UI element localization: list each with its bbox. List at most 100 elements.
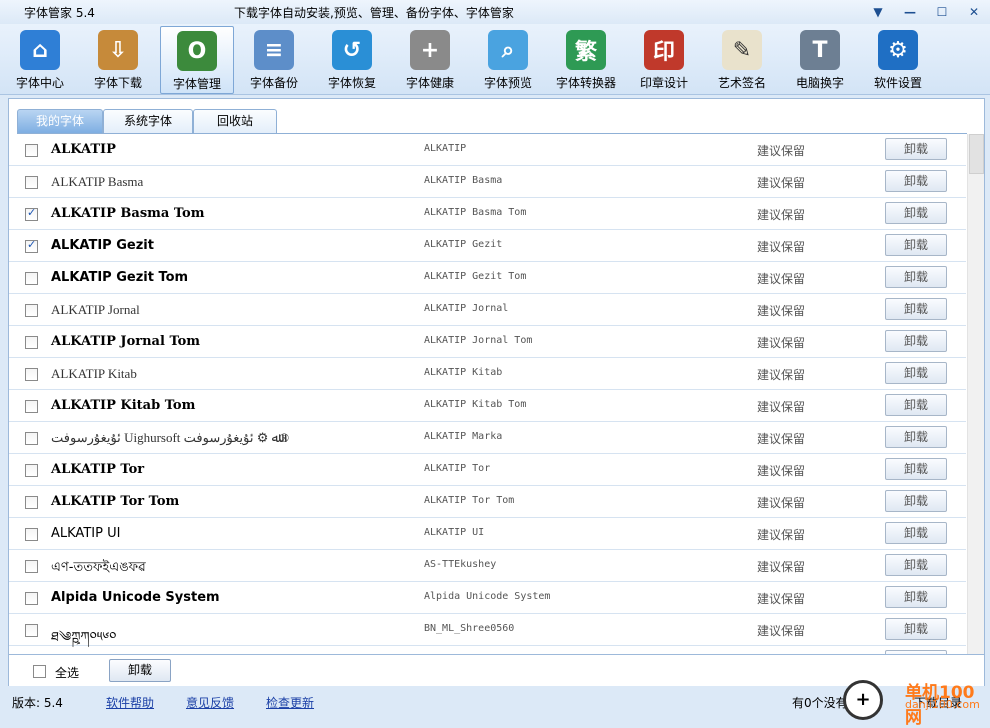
font-row[interactable]: ALKATIP Basma Tom ALKATIP Basma Tom 建议保留 卸载 (9, 198, 966, 230)
font-preview-name: ALKATIP Jornal Tom (51, 334, 201, 349)
toolbar-button-10[interactable]: T 电脑换字 (784, 26, 856, 92)
font-row[interactable]: ALKATIP Tor ALKATIP Tor 建议保留 卸载 (9, 454, 966, 486)
toolbar-button-5[interactable]: + 字体健康 (394, 26, 466, 92)
toolbar-button-3[interactable]: ≡ 字体备份 (238, 26, 310, 92)
font-preview-name: ALKATIP Kitab (51, 366, 137, 381)
row-checkbox[interactable] (25, 206, 38, 221)
row-checkbox[interactable] (25, 432, 38, 445)
font-row[interactable]: ALKATIP Jornal ALKATIP Jornal 建议保留 卸载 (9, 294, 966, 326)
row-checkbox[interactable] (25, 400, 38, 413)
font-list: ALKATIP ALKATIP 建议保留 卸载 ALKATIP Basma ALKATIP… (9, 134, 966, 654)
font-row[interactable]: ALKATIP Kitab ALKATIP Kitab 建议保留 卸载 (9, 358, 966, 390)
select-all-checkbox[interactable] (33, 665, 46, 678)
uninstall-button[interactable]: 卸载 (885, 330, 947, 352)
uninstall-button[interactable]: 卸载 (885, 426, 947, 448)
toolbar-button-6[interactable]: ⌕ 字体预览 (472, 26, 544, 92)
feedback-link[interactable]: 意见反馈 (186, 694, 234, 711)
main-toolbar: ⌂ 字体中心 ⇩ 字体下载 O 字体管理 ≡ 字体备份 ↺ 字体恢复 + 字体健康 ⌕ 字体预览 繁字体转换… (0, 24, 990, 95)
signature-icon: ✎ (722, 30, 762, 70)
font-row[interactable]: ALKATIP Jornal Tom ALKATIP Jornal Tom 建议保留… (9, 326, 966, 358)
row-checkbox[interactable] (25, 336, 38, 349)
row-checkbox[interactable] (25, 592, 38, 605)
uninstall-button[interactable]: 卸载 (885, 234, 947, 256)
vertical-scrollbar[interactable] (967, 134, 984, 654)
font-row[interactable]: এণ-ততফইএঙফৱ AS-TTEkushey 建议保留 卸载 (9, 550, 966, 582)
font-status: 建议保留 (757, 400, 806, 414)
uninstall-button[interactable]: 卸载 (885, 170, 947, 192)
font-row[interactable]: ALKATIP Gezit Tom ALKATIP Gezit Tom 建议保留 卸载 (9, 262, 966, 294)
uninstall-button[interactable]: 卸载 (885, 458, 947, 480)
font-row[interactable]: ALKATIP Basma ALKATIP Basma 建议保留 卸载 (9, 166, 966, 198)
toolbar-button-9[interactable]: ✎ 艺术签名 (706, 26, 778, 92)
tab-0[interactable]: 我的字体 (17, 109, 103, 133)
font-row[interactable]: ALKATIP Tor Tom ALKATIP Tor Tom 建议保留 卸载 (9, 486, 966, 518)
toolbar-label: 字体健康 (405, 76, 454, 90)
help-link[interactable]: 软件帮助 (106, 694, 154, 711)
font-row[interactable]: ALKATIP Kitab Tom ALKATIP Kitab Tom 建议保留 卸载 (9, 390, 966, 422)
scrollbar-thumb[interactable] (969, 134, 984, 174)
check-update-link[interactable]: 检查更新 (266, 694, 314, 711)
row-checkbox[interactable] (25, 176, 38, 189)
row-checkbox[interactable] (25, 528, 38, 541)
toolbar-button-1[interactable]: ⇩ 字体下载 (82, 26, 154, 92)
toolbar-label: 艺术签名 (717, 76, 766, 90)
row-checkbox[interactable] (25, 496, 38, 509)
font-preview-name: ALKATIP Jornal (51, 302, 140, 317)
font-row[interactable]: ALKATIP Gezit ALKATIP Gezit 建议保留 卸载 (9, 230, 966, 262)
uninstall-button[interactable]: 卸载 (885, 138, 947, 160)
select-all-label[interactable]: 全选 (55, 664, 79, 681)
bulk-uninstall-button[interactable]: 卸载 (109, 659, 171, 682)
uninstall-button[interactable]: 卸载 (885, 394, 947, 416)
row-checkbox[interactable] (25, 304, 38, 317)
row-checkbox[interactable] (25, 624, 38, 637)
uninstall-button[interactable]: 卸载 (885, 362, 947, 384)
row-checkbox[interactable] (25, 560, 38, 573)
uninstall-button[interactable]: 卸载 (885, 586, 947, 608)
uninstall-button[interactable]: 卸载 (885, 202, 947, 224)
row-checkbox[interactable] (25, 238, 38, 253)
version-label: 版本: 5.4 (12, 696, 63, 710)
watermark: + 单机100网 danji100.com (843, 676, 990, 728)
font-preview-name: ALKATIP (51, 142, 116, 157)
maximize-icon[interactable]: ☐ (928, 2, 956, 22)
toolbar-label: 字体中心 (15, 76, 64, 90)
font-preview-name: ALKATIP Gezit (51, 238, 154, 253)
font-preview-name: ALKATIP Basma Tom (51, 206, 205, 221)
restore-icon: ↺ (332, 30, 372, 70)
toolbar-button-11[interactable]: ⚙ 软件设置 (862, 26, 934, 92)
toolbar-button-0[interactable]: ⌂ 字体中心 (4, 26, 76, 92)
font-status: 建议保留 (757, 240, 806, 254)
font-status: 建议保留 (757, 560, 806, 574)
row-checkbox[interactable] (25, 368, 38, 381)
toolbar-button-8[interactable]: 印印章设计 (628, 26, 700, 92)
font-row[interactable]: ALKATIP ALKATIP 建议保留 卸载 (9, 134, 966, 166)
font-system-name: ALKATIP Jornal (424, 303, 509, 314)
toolbar-button-2[interactable]: O 字体管理 (160, 26, 234, 94)
font-row[interactable]: 建议保留卸载 (9, 646, 966, 654)
row-checkbox[interactable] (25, 144, 38, 157)
font-row[interactable]: ཐ༄ཀྵཀ༠༥༦༠ BN_ML_Shree0560 建议保留 卸载 (9, 614, 966, 646)
close-icon[interactable]: ✕ (960, 2, 988, 22)
tab-1[interactable]: 系统字体 (103, 109, 193, 133)
uninstall-button[interactable]: 卸载 (885, 266, 947, 288)
font-row[interactable]: ALKATIP UI ALKATIP UI 建议保留 卸载 (9, 518, 966, 550)
row-checkbox[interactable] (25, 464, 38, 477)
toolbar-button-7[interactable]: 繁字体转换器 (550, 26, 622, 92)
uninstall-button[interactable]: 卸载 (885, 298, 947, 320)
uninstall-button[interactable]: 卸载 (885, 618, 947, 640)
uninstall-button[interactable]: 卸载 (885, 554, 947, 576)
watermark-plus-icon: + (843, 680, 883, 720)
uninstall-button[interactable]: 卸载 (885, 522, 947, 544)
watermark-url: danji100.com (905, 698, 980, 711)
toolbar-button-4[interactable]: ↺ 字体恢复 (316, 26, 388, 92)
row-checkbox[interactable] (25, 272, 38, 285)
font-system-name: ALKATIP UI (424, 527, 485, 538)
minimize-icon[interactable]: — (896, 2, 924, 22)
font-status: 建议保留 (757, 464, 806, 478)
uninstall-button[interactable]: 卸载 (885, 490, 947, 512)
font-row[interactable]: ئۇيغۇرسوفت Uighursoft ﷲ ⚙ ئۇيغۇرسوفت® ALK… (9, 422, 966, 454)
tab-2[interactable]: 回收站 (193, 109, 277, 133)
menu-dropdown-icon[interactable]: ▼ (864, 2, 892, 22)
font-system-name: ALKATIP (424, 143, 467, 154)
font-row[interactable]: Alpida Unicode System Alpida Unicode Syst… (9, 582, 966, 614)
